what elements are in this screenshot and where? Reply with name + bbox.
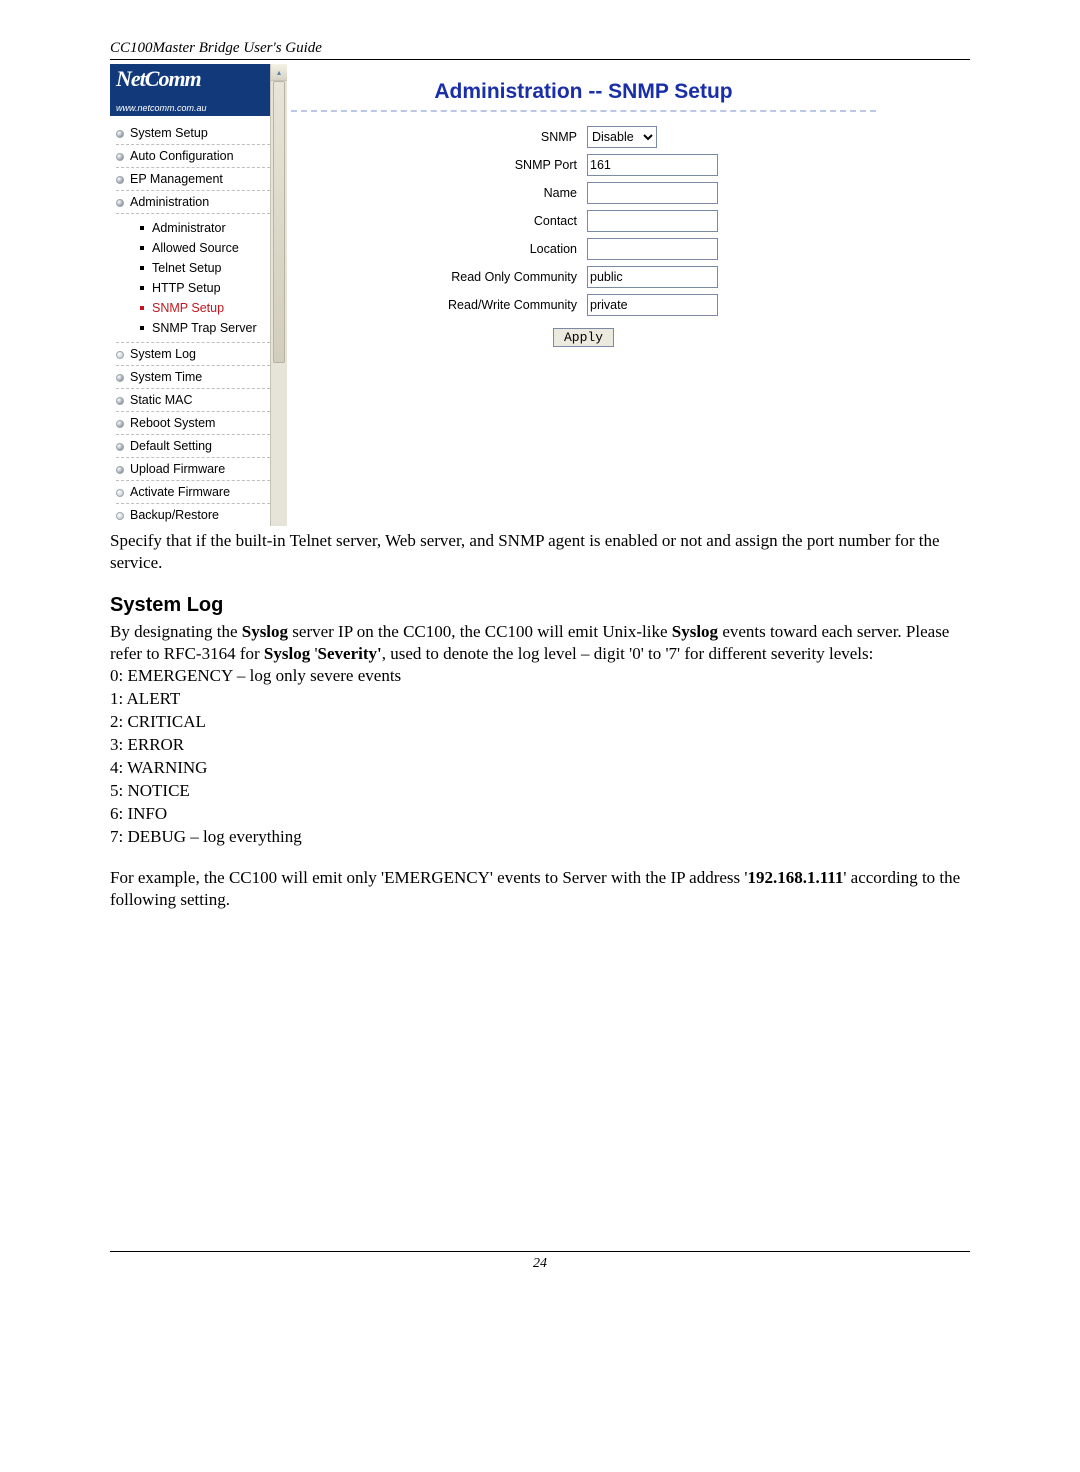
page-footer: 24 (110, 1251, 970, 1272)
nav-administrator[interactable]: Administrator (140, 218, 270, 238)
p2-a: By designating the (110, 622, 242, 641)
level-5: 5: NOTICE (110, 780, 970, 803)
nav-snmp-setup[interactable]: SNMP Setup (140, 298, 270, 318)
label-name: Name (287, 186, 587, 200)
router-main-panel: Administration -- SNMP Setup SNMP Disabl… (287, 64, 880, 526)
p3-b: 192.168.1.111 (747, 868, 843, 887)
router-ui-screenshot: NetComm www.netcomm.com.au System Setup … (110, 64, 880, 526)
nav-system-log[interactable]: System Log (116, 343, 270, 366)
p2-c: server IP on the CC100, the CC100 will e… (288, 622, 672, 641)
severity-levels: 0: EMERGENCY – log only severe events 1:… (110, 665, 970, 849)
label-location: Location (287, 242, 587, 256)
nav-backup-restore[interactable]: Backup/Restore (116, 504, 270, 526)
ro-community-input[interactable] (587, 266, 718, 288)
level-1: 1: ALERT (110, 688, 970, 711)
p2-b: Syslog (242, 622, 288, 641)
level-4: 4: WARNING (110, 757, 970, 780)
page-title: Administration -- SNMP Setup (291, 64, 876, 112)
page-number: 24 (533, 1256, 547, 1271)
nav-auto-configuration[interactable]: Auto Configuration (116, 145, 270, 168)
nav-ep-management[interactable]: EP Management (116, 168, 270, 191)
section-heading-system-log: System Log (110, 594, 970, 617)
level-2: 2: CRITICAL (110, 711, 970, 734)
snmp-port-input[interactable] (587, 154, 718, 176)
router-sidebar: NetComm www.netcomm.com.au System Setup … (110, 64, 270, 526)
level-3: 3: ERROR (110, 734, 970, 757)
brand-logo: NetComm (116, 66, 264, 90)
nav-admin-submenu: Administrator Allowed Source Telnet Setu… (116, 214, 270, 343)
nav-allowed-source[interactable]: Allowed Source (140, 238, 270, 258)
p2-g: ' (310, 644, 317, 663)
nav-snmp-trap-server[interactable]: SNMP Trap Server (140, 318, 270, 338)
apply-button[interactable]: Apply (553, 328, 614, 347)
paragraph-1: Specify that if the built-in Telnet serv… (110, 530, 970, 574)
nav-http-setup[interactable]: HTTP Setup (140, 278, 270, 298)
location-input[interactable] (587, 238, 718, 260)
level-0: 0: EMERGENCY – log only severe events (110, 665, 970, 688)
nav-system-setup[interactable]: System Setup (116, 122, 270, 145)
nav-administration[interactable]: Administration (116, 191, 270, 214)
p2-f: Syslog (264, 644, 310, 663)
paragraph-2: By designating the Syslog server IP on t… (110, 621, 970, 665)
level-6: 6: INFO (110, 803, 970, 826)
nav-system-time[interactable]: System Time (116, 366, 270, 389)
scroll-thumb[interactable] (273, 81, 285, 363)
rw-community-input[interactable] (587, 294, 718, 316)
label-snmp: SNMP (287, 130, 587, 144)
brand-url: www.netcomm.com.au (116, 103, 207, 113)
nav-telnet-setup[interactable]: Telnet Setup (140, 258, 270, 278)
label-snmp-port: SNMP Port (287, 158, 587, 172)
name-input[interactable] (587, 182, 718, 204)
label-contact: Contact (287, 214, 587, 228)
contact-input[interactable] (587, 210, 718, 232)
sidebar-scrollbar[interactable]: ▴ (270, 64, 287, 526)
nav-static-mac[interactable]: Static MAC (116, 389, 270, 412)
level-7: 7: DEBUG – log everything (110, 826, 970, 849)
p2-d: Syslog (672, 622, 718, 641)
nav-tree: System Setup Auto Configuration EP Manag… (110, 116, 270, 526)
p2-h: Severity' (318, 644, 382, 663)
snmp-select[interactable]: Disable (587, 126, 657, 148)
paragraph-3: For example, the CC100 will emit only 'E… (110, 867, 970, 911)
nav-default-setting[interactable]: Default Setting (116, 435, 270, 458)
p2-i: , used to denote the log level – digit '… (382, 644, 874, 663)
guide-title: CC100Master Bridge User's Guide (110, 40, 970, 60)
label-rw-community: Read/Write Community (287, 298, 587, 312)
nav-reboot-system[interactable]: Reboot System (116, 412, 270, 435)
scroll-up-icon[interactable]: ▴ (271, 64, 287, 81)
p3-a: For example, the CC100 will emit only 'E… (110, 868, 747, 887)
label-ro-community: Read Only Community (287, 270, 587, 284)
nav-activate-firmware[interactable]: Activate Firmware (116, 481, 270, 504)
logo-block: NetComm www.netcomm.com.au (110, 64, 270, 116)
nav-upload-firmware[interactable]: Upload Firmware (116, 458, 270, 481)
